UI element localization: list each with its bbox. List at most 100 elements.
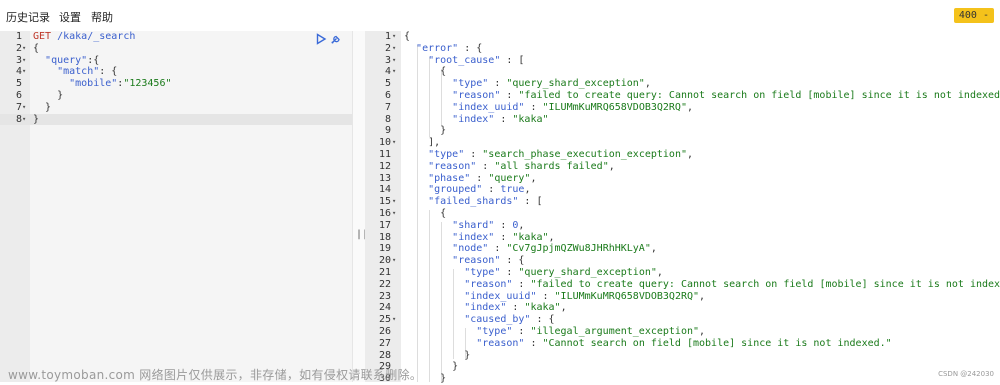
- code-line[interactable]: 5 "type" : "query_shard_exception",: [365, 78, 1000, 90]
- fold-toggle-icon[interactable]: ▾: [392, 137, 396, 149]
- code-line[interactable]: 11 "type" : "search_phase_execution_exce…: [365, 149, 1000, 161]
- code-token: "index_uuid": [464, 290, 537, 302]
- watermark-text: www.toymoban.com 网络图片仅供展示，非存储，如有侵权请联系删除。: [8, 368, 423, 382]
- code-line[interactable]: 22 "reason" : "failed to create query: C…: [365, 279, 1000, 291]
- code-token: }: [33, 101, 52, 113]
- code-line[interactable]: 10 ▾ ],: [365, 137, 1000, 149]
- code-token: :: [524, 337, 543, 349]
- code-line[interactable]: 8 ▾}: [0, 113, 352, 126]
- code-text: "grouped" : true,: [404, 184, 530, 196]
- fold-toggle-icon[interactable]: ▾: [392, 255, 396, 267]
- wrench-icon[interactable]: [330, 33, 342, 45]
- fold-toggle-icon[interactable]: ▾: [22, 43, 26, 55]
- code-token: "illegal_argument_exception": [530, 326, 700, 337]
- code-text: }: [404, 350, 470, 362]
- code-token: "index": [464, 302, 507, 314]
- code-line[interactable]: 28 }: [365, 350, 1000, 362]
- code-text: "shard" : 0,: [404, 220, 524, 232]
- code-text: }: [33, 90, 63, 102]
- code-line[interactable]: 23 "index_uuid" : "ILUMmKuMRQ658VDOB3Q2R…: [365, 291, 1000, 303]
- menu-history[interactable]: 历史记录: [6, 9, 50, 25]
- code-line[interactable]: 27 "reason" : "Cannot search on field [m…: [365, 338, 1000, 350]
- play-icon[interactable]: [315, 33, 327, 45]
- code-line[interactable]: 17 "shard" : 0,: [365, 220, 1000, 232]
- code-token: "error": [416, 42, 459, 54]
- code-text: }: [33, 102, 51, 114]
- code-line[interactable]: 5 "mobile":"123456": [0, 78, 352, 90]
- code-token: "type": [464, 267, 501, 278]
- code-token: "ILUMmKuMRQ658VDOB3Q2RQ": [554, 290, 700, 302]
- fold-toggle-icon[interactable]: ▾: [22, 55, 26, 67]
- code-token: "query": [45, 54, 88, 66]
- line-number: 28: [378, 349, 391, 361]
- fold-toggle-icon[interactable]: ▾: [392, 66, 396, 78]
- code-text: "reason" : "failed to create query: Cann…: [404, 279, 1000, 291]
- fold-toggle-icon[interactable]: ▾: [392, 31, 396, 43]
- code-line[interactable]: 7 ▾ }: [0, 102, 352, 114]
- line-number: 3: [15, 54, 22, 66]
- line-number: 1: [384, 31, 391, 42]
- code-text: "index" : "kaka",: [404, 232, 554, 244]
- code-token: "index_uuid": [452, 101, 525, 113]
- code-line[interactable]: 3 ▾ "query":{: [0, 55, 352, 67]
- request-editor[interactable]: 1 GET /kaka/_search 2 ▾{3 ▾ "query":{4 ▾ "mat…: [0, 31, 352, 382]
- code-token: ,: [608, 160, 615, 172]
- code-line[interactable]: 4 ▾ "match": {: [0, 66, 352, 78]
- code-text: "reason" : {: [404, 255, 524, 267]
- code-line[interactable]: 1 GET /kaka/_search: [0, 31, 352, 43]
- code-line[interactable]: 19 "node" : "Cv7gJpjmQZWu8JHRhHKLyA",: [365, 243, 1000, 255]
- code-token: }: [33, 113, 40, 125]
- code-text: "error" : {: [404, 43, 482, 55]
- code-line[interactable]: 12 "reason" : "all shards failed",: [365, 161, 1000, 173]
- fold-toggle-icon[interactable]: ▾: [392, 55, 396, 67]
- line-number: 6: [15, 90, 22, 101]
- code-line[interactable]: 7 "index_uuid" : "ILUMmKuMRQ658VDOB3Q2RQ…: [365, 102, 1000, 114]
- code-line[interactable]: 30 }: [365, 373, 1000, 385]
- code-line[interactable]: 20 ▾ "reason" : {: [365, 255, 1000, 267]
- code-line[interactable]: 2 ▾ "error" : {: [365, 43, 1000, 55]
- code-text: "query":{: [33, 55, 99, 67]
- fold-toggle-icon[interactable]: ▾: [392, 196, 396, 208]
- code-line[interactable]: 29 }: [365, 361, 1000, 373]
- code-token: {: [404, 208, 447, 219]
- code-line[interactable]: 6 }: [0, 90, 352, 102]
- fold-toggle-icon[interactable]: ▾: [392, 314, 396, 326]
- fold-toggle-icon[interactable]: ▾: [392, 208, 396, 220]
- code-line[interactable]: 21 "type" : "query_shard_exception",: [365, 267, 1000, 279]
- code-line[interactable]: 3 ▾ "root_cause" : [: [365, 55, 1000, 67]
- line-number: 6: [384, 90, 391, 101]
- code-line[interactable]: 6 "reason" : "failed to create query: Ca…: [365, 90, 1000, 102]
- code-line[interactable]: 25 ▾ "caused_by" : {: [365, 314, 1000, 326]
- code-line[interactable]: 2 ▾ {: [0, 43, 352, 55]
- fold-toggle-icon[interactable]: ▾: [22, 114, 26, 126]
- code-line[interactable]: 24 "index" : "kaka",: [365, 302, 1000, 314]
- code-line[interactable]: 16 ▾ {: [365, 208, 1000, 220]
- code-token: "phase": [428, 172, 471, 184]
- code-line[interactable]: 1 ▾ {: [365, 31, 1000, 43]
- code-line[interactable]: 26 "type" : "illegal_argument_exception"…: [365, 326, 1000, 338]
- code-token: /kaka/_search: [57, 31, 136, 42]
- code-line[interactable]: 15 ▾ "failed_shards" : [: [365, 196, 1000, 208]
- response-viewer[interactable]: 1 ▾{2 ▾ "error" : {3 ▾ "root_cause" : [4 ▾ {…: [365, 31, 1000, 385]
- fold-toggle-icon[interactable]: ▾: [392, 43, 396, 55]
- code-text: "caused_by" : {: [404, 314, 554, 326]
- code-text: ],: [404, 137, 440, 149]
- code-line[interactable]: 18 "index" : "kaka",: [365, 232, 1000, 244]
- code-line[interactable]: 14 "grouped" : true,: [365, 184, 1000, 196]
- menu-settings[interactable]: 设置: [59, 9, 81, 25]
- line-number: 9: [384, 125, 391, 137]
- code-line[interactable]: 4 ▾ {: [365, 66, 1000, 78]
- menu-help[interactable]: 帮助: [91, 9, 113, 25]
- fold-toggle-icon[interactable]: ▾: [22, 66, 26, 78]
- code-line[interactable]: 13 "phase" : "query",: [365, 173, 1000, 185]
- code-line[interactable]: 8 "index" : "kaka": [365, 114, 1000, 126]
- fold-toggle-icon[interactable]: ▾: [22, 102, 26, 114]
- code-line[interactable]: 9 }: [365, 125, 1000, 137]
